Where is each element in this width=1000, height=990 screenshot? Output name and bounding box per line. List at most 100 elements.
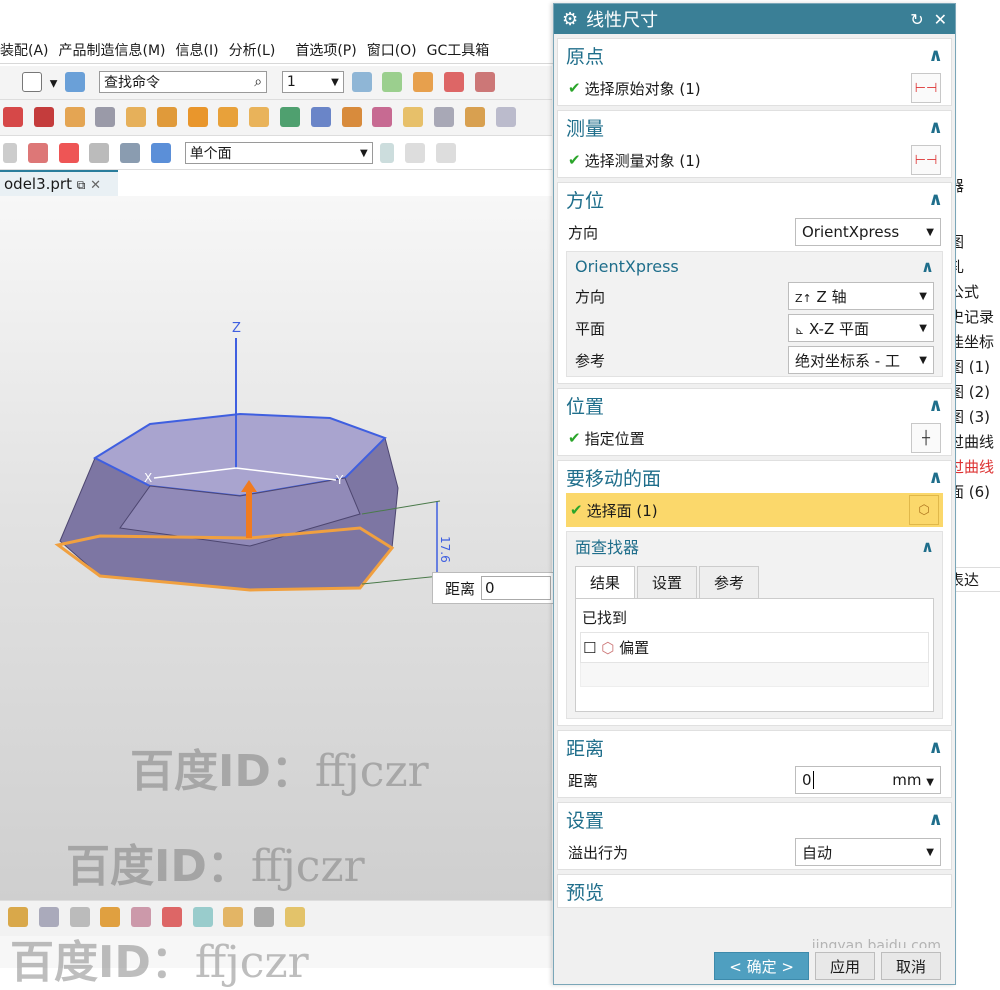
tab-settings[interactable]: 设置 xyxy=(637,566,698,598)
offset-icon[interactable] xyxy=(464,107,485,127)
result-row[interactable]: ☐ ⬡ 偏置 xyxy=(580,632,929,663)
menu-pmi[interactable]: 产品制造信息(M) xyxy=(59,40,166,60)
collapse-icon[interactable]: ∧ xyxy=(928,189,943,210)
add-icon[interactable] xyxy=(100,907,121,927)
preview-header[interactable]: 预览 xyxy=(558,875,951,907)
collapse-icon[interactable]: ∧ xyxy=(921,257,934,276)
orientxpress-header[interactable]: OrientXpress ∧ xyxy=(567,252,942,280)
selection-box-icon[interactable] xyxy=(89,143,110,163)
measure-header[interactable]: 测量 ∧ xyxy=(558,111,951,143)
mirror-icon[interactable] xyxy=(161,907,182,927)
close-icon[interactable]: ✕ xyxy=(90,178,101,193)
face-rule-icon[interactable] xyxy=(27,143,48,163)
collapse-icon[interactable]: ∧ xyxy=(928,117,943,138)
menu-assembly[interactable]: 装配(A) xyxy=(0,40,49,60)
curve-icon[interactable] xyxy=(474,72,495,92)
collapse-icon[interactable]: ∧ xyxy=(928,467,943,488)
tab-results[interactable]: 结果 xyxy=(575,566,636,598)
component-icon[interactable] xyxy=(223,907,244,927)
datum-icon[interactable] xyxy=(280,107,301,127)
view-cube-icon[interactable] xyxy=(150,143,171,163)
info-icon[interactable] xyxy=(38,907,59,927)
face-rule-select[interactable]: 单个面 ▼ xyxy=(184,142,373,164)
checkbox-icon[interactable]: ☐ xyxy=(583,639,596,657)
menu-info[interactable]: 信息(I) xyxy=(176,40,219,60)
move-face-icon[interactable] xyxy=(249,107,270,127)
constraint-bottom-icon[interactable] xyxy=(192,907,213,927)
overflow-select[interactable]: 自动 ▼ xyxy=(795,838,941,866)
pattern-icon[interactable] xyxy=(187,107,208,127)
chamfer-icon[interactable] xyxy=(403,107,424,127)
measure-select-row[interactable]: ✔ 选择测量对象 (1) ⊢⊣ xyxy=(558,143,951,177)
array-icon[interactable] xyxy=(218,107,239,127)
menu-window[interactable]: 窗口(O) xyxy=(367,40,417,60)
distance-input[interactable]: 0 mm ▼ xyxy=(795,766,941,794)
origin-header[interactable]: 原点 ∧ xyxy=(558,39,951,71)
snap-tool-icon[interactable] xyxy=(405,143,426,163)
collapse-icon[interactable]: ∧ xyxy=(928,809,943,830)
arrow-right-icon[interactable] xyxy=(380,143,395,163)
orientation-header[interactable]: 方位 ∧ xyxy=(558,183,951,215)
assembly-icon[interactable] xyxy=(131,907,152,927)
collapse-icon[interactable]: ∧ xyxy=(921,537,934,556)
gear-icon[interactable]: ⚙ xyxy=(562,9,578,30)
menu-analysis[interactable]: 分析(L) xyxy=(229,40,276,60)
collapse-icon[interactable]: ∧ xyxy=(928,45,943,66)
orientation-method-select[interactable]: OrientXpress ▼ xyxy=(795,218,941,246)
close-icon[interactable]: ✕ xyxy=(934,10,947,29)
snap-point-icon[interactable] xyxy=(58,143,79,163)
analysis-icon[interactable] xyxy=(69,907,90,927)
command-search-input[interactable]: 查找命令 ⌕ xyxy=(99,71,268,93)
clamp-icon[interactable] xyxy=(285,907,306,927)
square-icon[interactable] xyxy=(22,72,42,92)
tab-reference[interactable]: 参考 xyxy=(699,566,760,598)
apply-button[interactable]: 应用 xyxy=(814,952,875,980)
extrude-icon[interactable] xyxy=(156,107,177,127)
constraint-icon[interactable] xyxy=(382,72,403,92)
dimension-label[interactable]: 17.6 xyxy=(438,536,452,563)
cancel-button[interactable]: 取消 xyxy=(880,952,941,980)
ox-reference-select[interactable]: 绝对坐标系 - 工 ▼ xyxy=(788,346,934,374)
trim-icon[interactable] xyxy=(433,107,454,127)
blend-icon[interactable] xyxy=(372,107,393,127)
sphere-icon[interactable] xyxy=(126,107,147,127)
distance-header[interactable]: 距离 ∧ xyxy=(558,731,951,763)
origin-pick-icon[interactable]: ⊢⊣ xyxy=(911,73,941,103)
collapse-icon[interactable]: ∧ xyxy=(928,737,943,758)
ox-plane-select[interactable]: ⊾ X-Z 平面 ▼ xyxy=(788,314,934,342)
snap-icon[interactable] xyxy=(351,72,372,92)
block-icon[interactable] xyxy=(64,107,85,127)
menu-preferences[interactable]: 首选项(P) xyxy=(295,40,356,60)
position-select-row[interactable]: ✔ 指定位置 ┼ xyxy=(558,421,951,455)
cube-icon[interactable] xyxy=(33,107,54,127)
measure-icon[interactable] xyxy=(8,907,28,927)
line-icon[interactable] xyxy=(436,143,457,163)
measure-pick-icon[interactable]: ⊢⊣ xyxy=(911,145,941,175)
chevron-down-icon[interactable]: ▼ xyxy=(50,79,58,90)
box-icon[interactable] xyxy=(3,107,23,127)
position-pick-icon[interactable]: ┼ xyxy=(911,423,941,453)
faces-header[interactable]: 要移动的面 ∧ xyxy=(558,461,951,493)
ok-button[interactable]: < 确定 > xyxy=(714,952,809,980)
filter-icon[interactable] xyxy=(3,143,17,163)
face-cube-icon[interactable]: ⬡ xyxy=(909,495,939,525)
layer-select[interactable]: 1 ▼ xyxy=(281,71,344,93)
book-icon[interactable] xyxy=(310,107,331,127)
document-tab[interactable]: odel3.prt ⧉ ✕ xyxy=(0,170,118,196)
shell-icon[interactable] xyxy=(341,107,362,127)
array-bottom-icon[interactable] xyxy=(254,907,275,927)
tool-icon[interactable] xyxy=(495,107,516,127)
select-filter-icon[interactable] xyxy=(65,72,86,92)
collapse-icon[interactable]: ∧ xyxy=(928,395,943,416)
relation-icon[interactable] xyxy=(413,72,434,92)
settings-header[interactable]: 设置 ∧ xyxy=(558,803,951,835)
face-finder-header[interactable]: 面查找器 ∧ xyxy=(567,532,942,560)
origin-select-row[interactable]: ✔ 选择原始对象 (1) ⊢⊣ xyxy=(558,71,951,105)
distance-popup-input[interactable]: 0 xyxy=(481,576,552,600)
menu-gc-toolbox[interactable]: GC工具箱 xyxy=(427,40,490,60)
render-icon[interactable] xyxy=(120,143,141,163)
pin-icon[interactable]: ⧉ xyxy=(77,178,86,192)
position-header[interactable]: 位置 ∧ xyxy=(558,389,951,421)
reset-icon[interactable]: ↻ xyxy=(910,10,923,29)
ox-direction-select[interactable]: Z↑ Z 轴 ▼ xyxy=(788,282,934,310)
